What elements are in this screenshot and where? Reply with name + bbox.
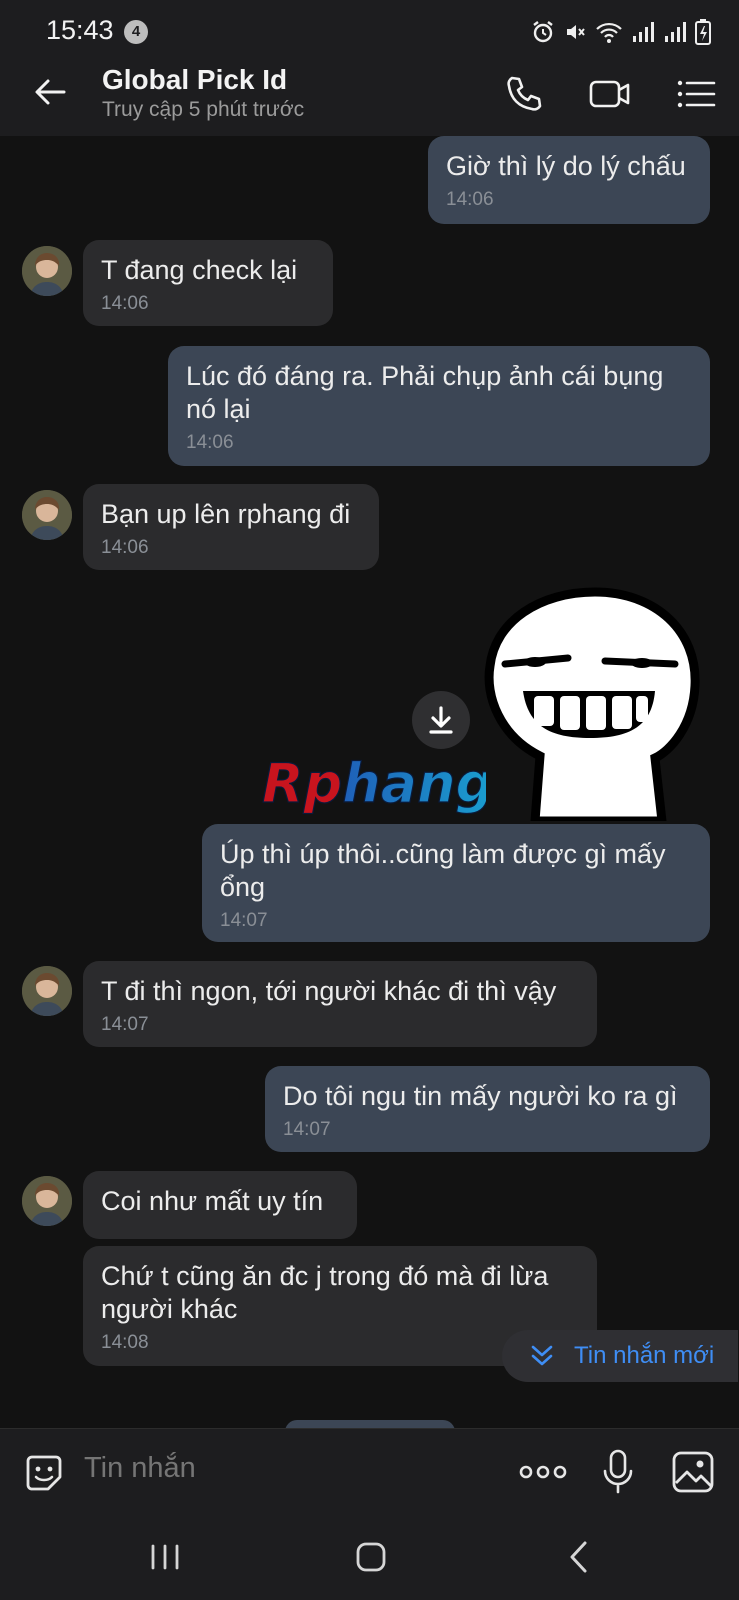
- incoming-message[interactable]: T đang check lại 14:06: [83, 240, 333, 326]
- more-options-icon[interactable]: [518, 1455, 568, 1489]
- outgoing-message[interactable]: Do tôi ngu tin mấy người ko ra gì 14:07: [265, 1066, 710, 1152]
- message-time: 14:06: [446, 189, 494, 210]
- menu-list-icon[interactable]: [674, 72, 718, 116]
- signal-icon: [633, 22, 654, 42]
- back-nav-icon[interactable]: [555, 1532, 605, 1582]
- avatar[interactable]: [22, 1176, 72, 1226]
- message-text: Coi như mất uy tín: [101, 1186, 324, 1216]
- message-time: 14:07: [283, 1119, 331, 1140]
- message-text: Chứ t cũng ăn đc j trong đó mà đi lừa ng…: [101, 1261, 556, 1324]
- back-arrow-icon[interactable]: [30, 72, 70, 112]
- message-time: 14:07: [220, 910, 268, 931]
- message-list[interactable]: Giờ thì lý do lý chấu 14:06 T đang check…: [0, 136, 739, 1428]
- mute-icon: [567, 25, 585, 39]
- message-text: Giờ thì lý do lý chấu: [446, 151, 686, 181]
- message-composer: [0, 1428, 739, 1515]
- status-time: 15:43: [46, 15, 114, 45]
- outgoing-message[interactable]: Úp thì úp thôi..cũng làm được gì mấy ổng…: [202, 824, 710, 942]
- message-time: 14:07: [101, 1014, 149, 1035]
- image-gallery-icon[interactable]: [670, 1449, 716, 1495]
- alarm-icon: [533, 21, 553, 43]
- rphang-logo-text: Rphang: [261, 754, 486, 816]
- outgoing-message[interactable]: Giờ thì lý do lý chấu 14:06: [428, 136, 710, 224]
- signal-icon: [665, 22, 686, 42]
- avatar[interactable]: [22, 490, 72, 540]
- message-text: Bạn up lên rphang đi: [101, 499, 351, 529]
- microphone-icon[interactable]: [598, 1447, 638, 1497]
- message-time: 14:06: [186, 432, 234, 453]
- notification-count-badge: 4: [124, 20, 148, 44]
- message-time: 14:06: [101, 537, 149, 558]
- incoming-message[interactable]: Coi như mất uy tín: [83, 1171, 357, 1239]
- last-seen-status: Truy cập 5 phút trước: [102, 98, 305, 121]
- message-text: Lúc đó đáng ra. Phải chụp ảnh cái bụng n…: [186, 361, 671, 424]
- phone-icon[interactable]: [502, 72, 546, 116]
- message-text: Úp thì úp thôi..cũng làm được gì mấy ổng: [220, 839, 674, 902]
- outgoing-message-partial: [285, 1420, 455, 1428]
- new-messages-button[interactable]: Tin nhắn mới: [502, 1330, 738, 1382]
- battery-charging-icon: [695, 19, 711, 45]
- avatar[interactable]: [22, 966, 72, 1016]
- incoming-message[interactable]: Bạn up lên rphang đi 14:06: [83, 484, 379, 570]
- message-text: T đi thì ngon, tới người khác đi thì vậy: [101, 976, 557, 1006]
- sticker-emoji-icon[interactable]: [22, 1451, 66, 1495]
- avatar[interactable]: [22, 246, 72, 296]
- incoming-message[interactable]: T đi thì ngon, tới người khác đi thì vậy…: [83, 961, 597, 1047]
- grinning-face-sticker[interactable]: [480, 586, 705, 821]
- wifi-icon: [596, 22, 622, 43]
- message-input[interactable]: [82, 1451, 466, 1486]
- status-bar: 15:43 4: [0, 0, 739, 52]
- chat-header: Global Pick Id Truy cập 5 phút trước: [0, 52, 739, 137]
- contact-name[interactable]: Global Pick Id: [102, 64, 287, 96]
- outgoing-message[interactable]: Lúc đó đáng ra. Phải chụp ảnh cái bụng n…: [168, 346, 710, 466]
- sticker-text: Rphang: [262, 754, 486, 815]
- message-text: Do tôi ngu tin mấy người ko ra gì: [283, 1081, 678, 1111]
- home-icon[interactable]: [346, 1532, 396, 1582]
- recent-apps-icon[interactable]: [140, 1532, 190, 1582]
- message-time: 14:06: [101, 293, 149, 314]
- message-text: T đang check lại: [101, 255, 298, 285]
- video-call-icon[interactable]: [588, 72, 632, 116]
- double-chevron-down-icon: [531, 1345, 553, 1366]
- system-navigation-bar: [0, 1514, 739, 1600]
- new-messages-label: Tin nhắn mới: [574, 1342, 715, 1369]
- download-button[interactable]: [412, 691, 470, 749]
